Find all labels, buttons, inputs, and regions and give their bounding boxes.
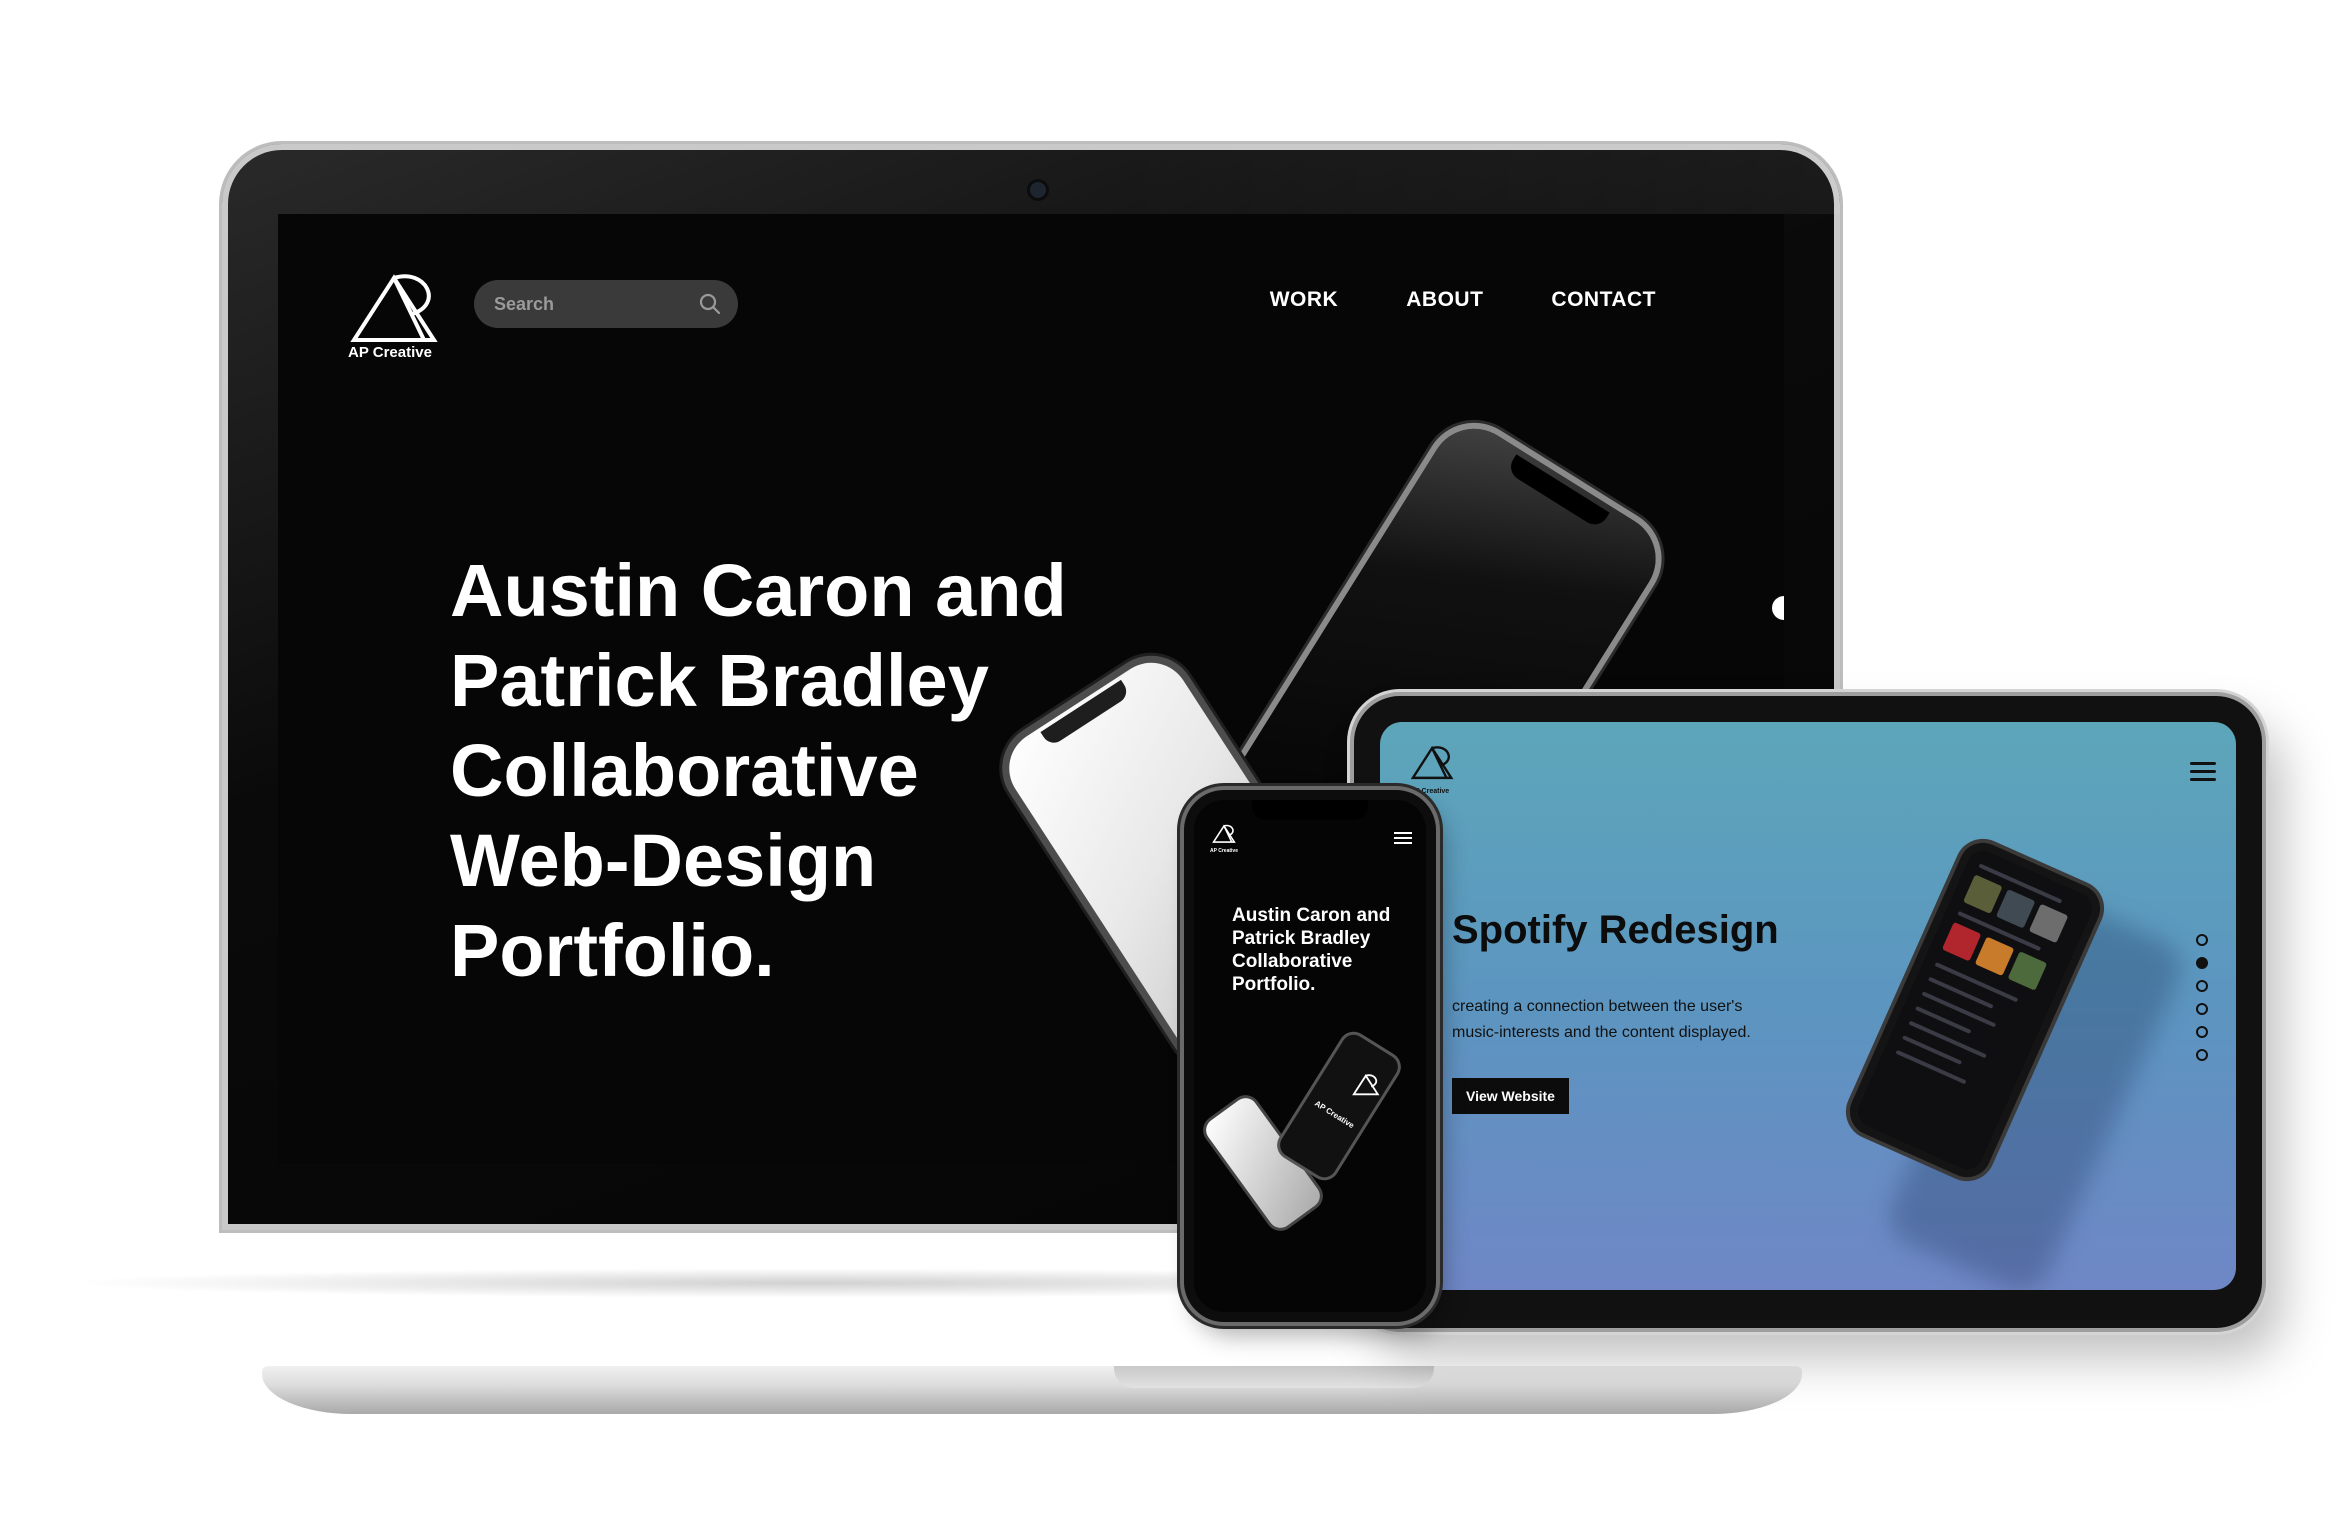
nav-about[interactable]: ABOUT — [1406, 288, 1483, 312]
main-nav: WORK ABOUT CONTACT — [1270, 288, 1656, 312]
hero-line: Collaborative — [450, 729, 919, 812]
carousel-dot-icon[interactable] — [1772, 596, 1784, 620]
phone-hero-title: Austin Caron and Patrick Bradley Collabo… — [1232, 904, 1422, 996]
phone-notch — [1252, 800, 1368, 820]
hamburger-menu-icon[interactable] — [2190, 762, 2216, 782]
hero-line: Web-Design — [450, 819, 877, 902]
phone-device: AP Creative Austin Caron and Patrick Bra… — [1184, 790, 1436, 1322]
search-input[interactable] — [492, 292, 686, 316]
nav-contact[interactable]: CONTACT — [1551, 288, 1656, 312]
phone-notch — [1505, 454, 1610, 530]
pagination-dot-icon[interactable] — [2196, 980, 2208, 992]
search-icon[interactable] — [698, 292, 722, 316]
logo-label: AP Creative — [1210, 848, 1238, 854]
nav-work[interactable]: WORK — [1270, 288, 1339, 312]
ap-creative-logo-icon[interactable] — [348, 274, 448, 344]
pagination-dot-icon[interactable] — [2196, 934, 2208, 946]
placeholder-line — [1921, 991, 1997, 1028]
laptop-base — [262, 1366, 1802, 1414]
pagination-dot-icon[interactable] — [2196, 1026, 2208, 1038]
laptop-opening-notch — [1114, 1366, 1434, 1388]
project-title: Spotify Redesign — [1452, 908, 1779, 952]
phone-screen: AP Creative Austin Caron and Patrick Bra… — [1194, 800, 1426, 1312]
ap-creative-logo-icon — [1352, 1074, 1380, 1096]
hero-line: Portfolio. — [450, 909, 775, 992]
view-website-button[interactable]: View Website — [1452, 1078, 1569, 1114]
hero-line: Portfolio. — [1232, 974, 1316, 995]
carousel-pagination — [2196, 934, 2208, 1061]
tablet-device: AP Creative Spotify Redesign creating a … — [1354, 696, 2262, 1328]
project-description: creating a connection between the user's… — [1452, 998, 1751, 1041]
hero-line: Patrick Bradley — [1232, 928, 1371, 949]
pagination-dot-active-icon[interactable] — [2196, 957, 2208, 969]
search-bar[interactable] — [474, 280, 738, 328]
hero-line: Austin Caron and — [450, 549, 1067, 632]
logo-label: AP Creative — [348, 344, 432, 361]
hamburger-menu-icon[interactable] — [1394, 832, 1412, 847]
laptop-camera — [1030, 182, 1046, 198]
placeholder-line — [1895, 1049, 1967, 1085]
hero-line: Collaborative — [1232, 951, 1353, 972]
pagination-dot-icon[interactable] — [2196, 1049, 2208, 1061]
mini-dark-phone-image — [1275, 1030, 1403, 1182]
placeholder-line — [1928, 976, 1994, 1009]
tablet-screen: AP Creative Spotify Redesign creating a … — [1380, 722, 2236, 1290]
ap-creative-logo-icon[interactable] — [1410, 746, 1458, 780]
hero-line: Austin Caron and — [1232, 905, 1391, 926]
pagination-dot-icon[interactable] — [2196, 1003, 2208, 1015]
logo-label: AP Creative — [1410, 788, 1450, 795]
laptop-glare — [1120, 144, 1840, 214]
placeholder-line — [1908, 1020, 1987, 1059]
ap-creative-logo-icon[interactable] — [1212, 824, 1238, 844]
hero-line: Patrick Bradley — [450, 639, 989, 722]
